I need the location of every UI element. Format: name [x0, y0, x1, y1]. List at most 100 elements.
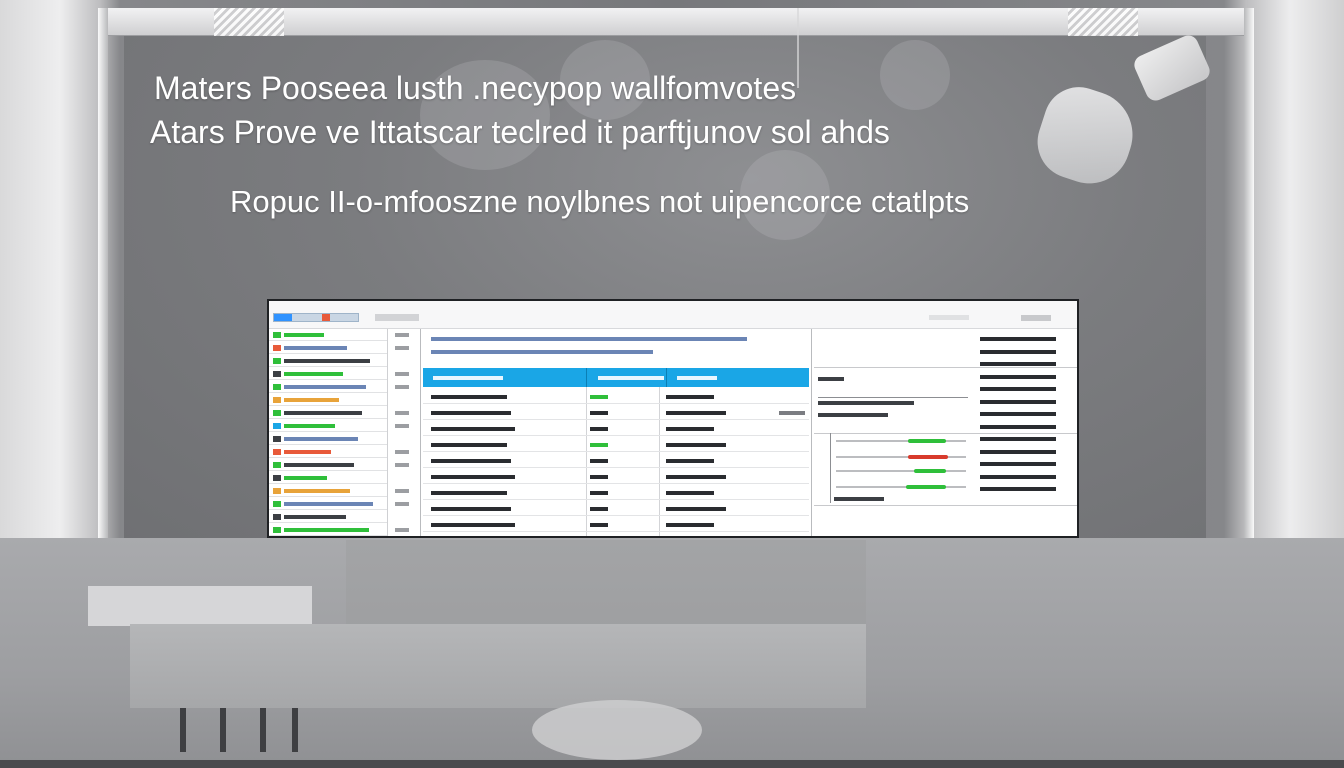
table-row [423, 485, 809, 500]
table-cell [431, 427, 515, 431]
table-cell [431, 443, 507, 447]
list-item-swatch [273, 332, 281, 338]
list-item-swatch [273, 410, 281, 416]
dashboard-toolbar-text [929, 315, 969, 320]
table-cell [590, 443, 608, 447]
dashboard-tab [375, 314, 419, 321]
list-item-swatch [273, 397, 281, 403]
list-item-swatch [273, 345, 281, 351]
table-row [423, 389, 809, 404]
desk [130, 624, 866, 708]
list-item-value [395, 346, 409, 350]
mini-chart-bar [908, 439, 946, 443]
panel-value [980, 374, 1056, 379]
stool [532, 700, 702, 760]
dashboard-window-controls [1021, 315, 1051, 321]
list-item [269, 498, 387, 510]
list-item [269, 342, 387, 354]
panel-label [818, 413, 888, 417]
list-item-text [284, 450, 331, 454]
table-cell [431, 395, 507, 399]
table-cell [431, 475, 515, 479]
list-item [269, 459, 387, 471]
chair-legs [180, 708, 300, 752]
panel-value [980, 487, 1056, 491]
mini-chart-track [836, 440, 966, 442]
list-item-swatch [273, 436, 281, 442]
list-item [269, 446, 387, 458]
mini-chart-bar [914, 469, 946, 473]
lamp-cord [797, 8, 799, 88]
list-item-value [395, 502, 409, 506]
list-item-swatch [273, 449, 281, 455]
table-cell [666, 443, 726, 447]
list-item-value [395, 372, 409, 376]
table-cell [666, 491, 714, 495]
list-item-swatch [273, 488, 281, 494]
panel-divider [814, 505, 1077, 506]
table-cell [590, 507, 608, 511]
list-item-text [284, 489, 350, 493]
list-item [269, 524, 387, 536]
list-item-value [395, 385, 409, 389]
list-item [269, 472, 387, 484]
list-item-text [284, 411, 362, 415]
list-item-swatch [273, 501, 281, 507]
list-item [269, 407, 387, 419]
mini-chart-track [836, 470, 966, 472]
list-item-swatch [273, 358, 281, 364]
list-item [269, 485, 387, 497]
table-cell [666, 395, 714, 399]
panel-divider [814, 367, 1077, 368]
list-item [269, 368, 387, 380]
table-cell [590, 491, 608, 495]
table-cell [666, 523, 714, 527]
list-item-text [284, 398, 339, 402]
column-separator [666, 368, 667, 387]
list-item-text [284, 346, 347, 350]
column-header [433, 376, 503, 380]
table-caption [431, 350, 653, 354]
panel-value [980, 362, 1056, 366]
list-item-swatch [273, 384, 281, 390]
panel-value [980, 412, 1056, 416]
table-row [423, 453, 809, 468]
table-cell [431, 459, 511, 463]
list-item-text [284, 372, 343, 376]
mini-chart-track [836, 486, 966, 488]
table-header [423, 368, 809, 387]
list-item-text [284, 528, 369, 532]
table-cell [666, 411, 726, 415]
table-cell [590, 475, 608, 479]
mini-chart-bar [908, 455, 948, 459]
panel-value [980, 424, 1056, 429]
list-item-swatch [273, 514, 281, 520]
panel-value [980, 462, 1056, 466]
panel-label [818, 377, 844, 381]
list-item-text [284, 476, 327, 480]
table-cell [431, 523, 515, 527]
list-item-value [395, 489, 409, 493]
list-item [269, 394, 387, 406]
table-cell [431, 411, 511, 415]
list-item-text [284, 437, 358, 441]
table-cell [666, 507, 726, 511]
list-item-text [284, 359, 370, 363]
list-item [269, 329, 387, 341]
panel-value [980, 449, 1056, 454]
list-item-value [395, 528, 409, 532]
list-item [269, 420, 387, 432]
table-caption [431, 337, 747, 341]
panel-label [818, 401, 914, 405]
table-cell [590, 411, 608, 415]
list-item-swatch [273, 527, 281, 533]
list-item-value [395, 333, 409, 337]
ceiling-vent-left [214, 8, 284, 36]
table-cell [431, 491, 507, 495]
embedded-dashboard-screenshot [267, 299, 1079, 538]
panel-value [980, 337, 1056, 341]
panel-value [980, 399, 1056, 404]
table-row [423, 421, 809, 436]
list-item-value [395, 450, 409, 454]
table-row [423, 437, 809, 452]
